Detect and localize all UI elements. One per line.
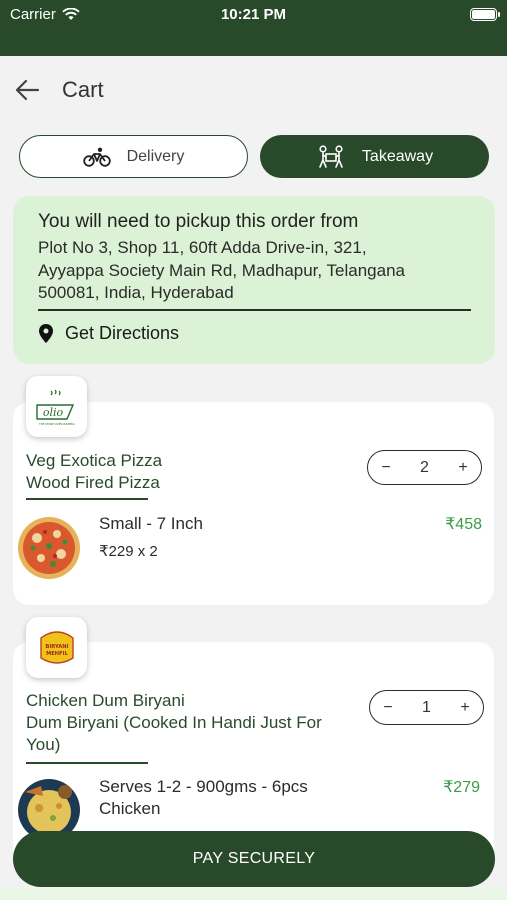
item-name: Veg Exotica Pizza Wood Fired Pizza	[26, 450, 162, 494]
item-unit-price: ₹229 x 2	[99, 543, 158, 560]
takeaway-people-icon	[319, 144, 343, 168]
pickup-info-card: You will need to pickup this order from …	[13, 196, 495, 364]
plus-icon[interactable]: +	[459, 699, 471, 717]
status-time: 10:21 PM	[220, 6, 287, 23]
back-button[interactable]	[14, 78, 44, 102]
pickup-address: Plot No 3, Shop 11, 60ft Adda Drive-in, …	[38, 237, 478, 305]
item-name-line: Veg Exotica Pizza	[26, 451, 163, 470]
quantity-stepper: − 1 +	[369, 690, 484, 725]
cart-item-card	[13, 402, 494, 605]
svg-text:MEHFIL: MEHFIL	[46, 651, 69, 657]
restaurant-logo: BIRYANI MEHFIL	[26, 617, 87, 678]
biryani-mehfil-logo-icon: BIRYANI MEHFIL	[39, 630, 74, 664]
item-variant-line: Serves 1-2 - 900gms - 6pcs	[99, 777, 308, 796]
plus-icon[interactable]: +	[457, 459, 469, 477]
quantity-value: 2	[420, 458, 429, 476]
olio-logo-subtext: THE STONE OVEN PIZZERIA	[39, 422, 75, 426]
item-name-line: Wood Fired Pizza	[26, 473, 160, 492]
item-name-underline	[26, 762, 148, 764]
item-variant: Serves 1-2 - 900gms - 6pcs Chicken	[99, 776, 308, 820]
battery-icon	[470, 8, 500, 21]
pickup-title: You will need to pickup this order from	[38, 211, 359, 232]
page-title: Cart	[62, 77, 104, 102]
pickup-address-line: Ayyappa Society Main Rd, Madhapur, Telan…	[38, 260, 406, 280]
olio-logo-text: olio	[42, 406, 63, 419]
bottom-strip	[0, 888, 507, 900]
pickup-divider	[38, 309, 471, 311]
takeaway-option-button[interactable]: Takeaway	[260, 135, 489, 178]
get-directions-link[interactable]: Get Directions	[39, 323, 179, 344]
olio-logo-icon: olio THE STONE OVEN PIZZERIA	[35, 389, 75, 426]
minus-icon[interactable]: −	[380, 459, 392, 477]
bicycle-icon	[82, 147, 111, 167]
item-name-line: Chicken Dum Biryani	[26, 691, 185, 710]
status-bar: Carrier 10:21 PM	[0, 0, 507, 56]
quantity-stepper: − 2 +	[367, 450, 482, 485]
order-mode-toggle: Delivery Takeaway	[19, 135, 489, 179]
item-name-underline	[26, 498, 148, 500]
pizza-image	[17, 516, 81, 580]
delivery-option-label: Delivery	[126, 147, 185, 165]
pickup-address-line: 500081, India, Hyderabad	[38, 283, 234, 302]
arrow-left-icon	[15, 79, 40, 101]
pickup-address-line: Plot No 3, Shop 11, 60ft Adda Drive-in, …	[38, 238, 367, 257]
item-variant-line: Chicken	[99, 799, 161, 818]
item-name-line: Dum Biryani (Cooked In Handi Just For	[26, 713, 322, 732]
quantity-value: 1	[422, 698, 431, 716]
svg-text:BIRYANI: BIRYANI	[45, 644, 68, 650]
item-line-total: ₹279	[443, 779, 480, 796]
location-pin-icon	[39, 324, 53, 343]
pay-securely-button[interactable]: PAY SECURELY	[13, 831, 495, 887]
delivery-option-button[interactable]: Delivery	[19, 135, 248, 178]
item-name-line: You)	[26, 735, 61, 754]
takeaway-option-label: Takeaway	[361, 147, 434, 165]
get-directions-label: Get Directions	[65, 323, 180, 343]
item-line-total: ₹458	[445, 516, 482, 533]
app-header: Cart	[0, 56, 507, 126]
restaurant-logo: olio THE STONE OVEN PIZZERIA	[26, 376, 87, 437]
minus-icon[interactable]: −	[382, 699, 394, 717]
item-name: Chicken Dum Biryani Dum Biryani (Cooked …	[26, 690, 322, 756]
item-variant: Small - 7 Inch	[99, 514, 203, 533]
